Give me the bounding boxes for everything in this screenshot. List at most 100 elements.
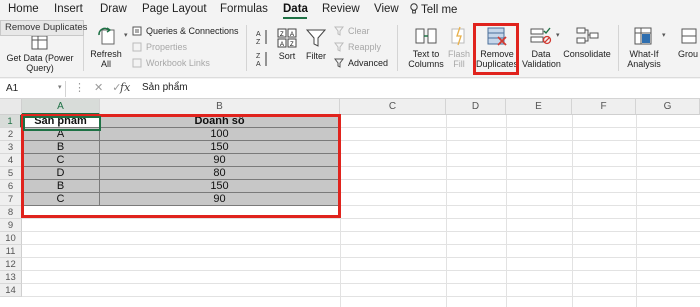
what-if-analysis-button[interactable]: What-If Analysis bbox=[624, 25, 664, 69]
row-header[interactable]: 10 bbox=[0, 232, 22, 245]
text-to-columns-label-1: Text to bbox=[412, 49, 440, 59]
group-icon bbox=[681, 28, 697, 44]
refresh-dropdown-chevron-icon[interactable]: ▾ bbox=[124, 31, 128, 39]
svg-text:Z: Z bbox=[290, 42, 294, 48]
tab-data[interactable]: Data bbox=[283, 3, 308, 15]
workbook-links-icon bbox=[132, 58, 142, 68]
name-box[interactable]: A1 bbox=[2, 81, 66, 97]
advanced-filter-button[interactable]: Advanced bbox=[334, 58, 388, 68]
tab-formulas[interactable]: Formulas bbox=[220, 3, 268, 15]
refresh-label-1: Refresh bbox=[90, 49, 122, 59]
row-header[interactable]: 9 bbox=[0, 219, 22, 232]
ribbon-separator bbox=[246, 25, 247, 71]
tab-page-layout[interactable]: Page Layout bbox=[142, 3, 207, 15]
menu-bar: Home Insert Draw Page Layout Formulas Da… bbox=[0, 0, 700, 19]
data-validation-button[interactable]: Data Validation bbox=[522, 25, 561, 69]
row-header[interactable]: 14 bbox=[0, 284, 22, 297]
reapply-icon bbox=[334, 42, 344, 52]
column-header-f[interactable]: F bbox=[572, 99, 636, 115]
text-to-columns-button[interactable]: Text to Columns bbox=[405, 25, 447, 69]
queries-icon bbox=[132, 26, 142, 36]
more-icon[interactable]: ⋮ bbox=[74, 82, 94, 94]
select-all-corner[interactable] bbox=[0, 99, 22, 115]
tell-me-search[interactable]: Tell me bbox=[410, 3, 457, 16]
lightbulb-icon bbox=[410, 3, 418, 14]
sort-icon: Z AA Z bbox=[277, 28, 297, 48]
tab-home[interactable]: Home bbox=[8, 3, 39, 15]
gridline bbox=[22, 283, 700, 284]
ribbon-data: Get Data (Power Query) Refresh All ▾ Que… bbox=[0, 19, 700, 78]
data-validation-chevron-icon[interactable]: ▾ bbox=[556, 31, 560, 39]
tab-draw[interactable]: Draw bbox=[100, 3, 127, 15]
tab-view[interactable]: View bbox=[374, 3, 399, 15]
cancel-icon[interactable]: ✕ bbox=[94, 82, 112, 94]
row-header[interactable]: 4 bbox=[0, 154, 22, 167]
flash-fill-label-1: Flash bbox=[447, 49, 470, 59]
svg-text:A: A bbox=[256, 61, 261, 67]
svg-text:A: A bbox=[280, 42, 284, 48]
what-if-icon bbox=[634, 27, 652, 45]
row-header[interactable]: 13 bbox=[0, 271, 22, 284]
svg-text:Z: Z bbox=[280, 32, 284, 38]
refresh-label-2: All bbox=[100, 59, 111, 69]
properties-label: Properties bbox=[146, 42, 188, 52]
sort-az-icon[interactable]: AZZA bbox=[255, 27, 269, 67]
sort-button[interactable]: ZAAZ Sort bbox=[274, 27, 300, 61]
flash-fill-button[interactable]: Flash Fill bbox=[447, 25, 471, 69]
filter-label: Filter bbox=[306, 51, 326, 61]
gridline bbox=[572, 115, 573, 307]
workbook-links-label: Workbook Links bbox=[146, 58, 210, 68]
advanced-filter-icon bbox=[334, 58, 344, 68]
gridline bbox=[446, 115, 447, 307]
clear-label: Clear bbox=[348, 26, 370, 36]
column-header-d[interactable]: D bbox=[446, 99, 506, 115]
column-header-g[interactable]: G bbox=[636, 99, 700, 115]
get-data-button[interactable]: Get Data (Power Query) bbox=[4, 33, 76, 73]
column-header-a[interactable]: A bbox=[22, 99, 100, 115]
name-box-chevron-icon[interactable]: ▾ bbox=[58, 83, 62, 91]
svg-text:A: A bbox=[290, 32, 294, 38]
insert-function-icon[interactable]: fx bbox=[120, 81, 130, 94]
properties-icon bbox=[132, 42, 142, 52]
row-header[interactable]: 11 bbox=[0, 245, 22, 258]
queries-connections-button[interactable]: Queries & Connections bbox=[132, 26, 239, 36]
data-validation-label-1: Data bbox=[531, 49, 551, 59]
row-header[interactable]: 8 bbox=[0, 206, 22, 219]
ribbon-separator bbox=[618, 25, 619, 71]
gridline bbox=[22, 270, 700, 271]
filter-funnel-icon bbox=[305, 29, 327, 47]
clear-button[interactable]: Clear bbox=[334, 26, 370, 36]
gridline bbox=[636, 115, 637, 307]
get-data-label-2: Query) bbox=[26, 63, 54, 73]
tab-review[interactable]: Review bbox=[322, 3, 360, 15]
consolidate-button[interactable]: Consolidate bbox=[562, 25, 612, 59]
properties-button[interactable]: Properties bbox=[132, 42, 187, 52]
column-header-c[interactable]: C bbox=[340, 99, 446, 115]
active-cell-indicator bbox=[23, 116, 101, 131]
filter-button[interactable]: Filter bbox=[302, 27, 330, 61]
gridline bbox=[22, 218, 700, 219]
gridline bbox=[22, 257, 700, 258]
row-header[interactable]: 3 bbox=[0, 141, 22, 154]
row-header[interactable]: 5 bbox=[0, 167, 22, 180]
row-header[interactable]: 2 bbox=[0, 128, 22, 141]
row-header[interactable]: 6 bbox=[0, 180, 22, 193]
column-header-e[interactable]: E bbox=[506, 99, 572, 115]
what-if-chevron-icon[interactable]: ▾ bbox=[662, 31, 666, 39]
tab-insert[interactable]: Insert bbox=[54, 3, 83, 15]
reapply-button[interactable]: Reapply bbox=[334, 42, 381, 52]
what-if-label-1: What-If bbox=[629, 49, 659, 59]
flash-fill-label-2: Fill bbox=[453, 59, 465, 69]
row-header[interactable]: 12 bbox=[0, 258, 22, 271]
data-validation-icon bbox=[530, 27, 552, 45]
workbook-links-button[interactable]: Workbook Links bbox=[132, 58, 210, 68]
clear-filter-icon bbox=[334, 26, 344, 36]
row-header[interactable]: 7 bbox=[0, 193, 22, 206]
group-button[interactable]: Grou bbox=[676, 25, 700, 59]
formula-bar: A1 ▾ ⋮✕✓ fx Sản phẩm bbox=[0, 79, 700, 99]
column-header-b[interactable]: B bbox=[100, 99, 340, 115]
row-header[interactable]: 1 bbox=[0, 115, 22, 128]
refresh-icon bbox=[98, 27, 115, 45]
formula-input[interactable]: Sản phẩm bbox=[142, 82, 188, 93]
refresh-all-button[interactable]: Refresh All bbox=[86, 25, 126, 69]
